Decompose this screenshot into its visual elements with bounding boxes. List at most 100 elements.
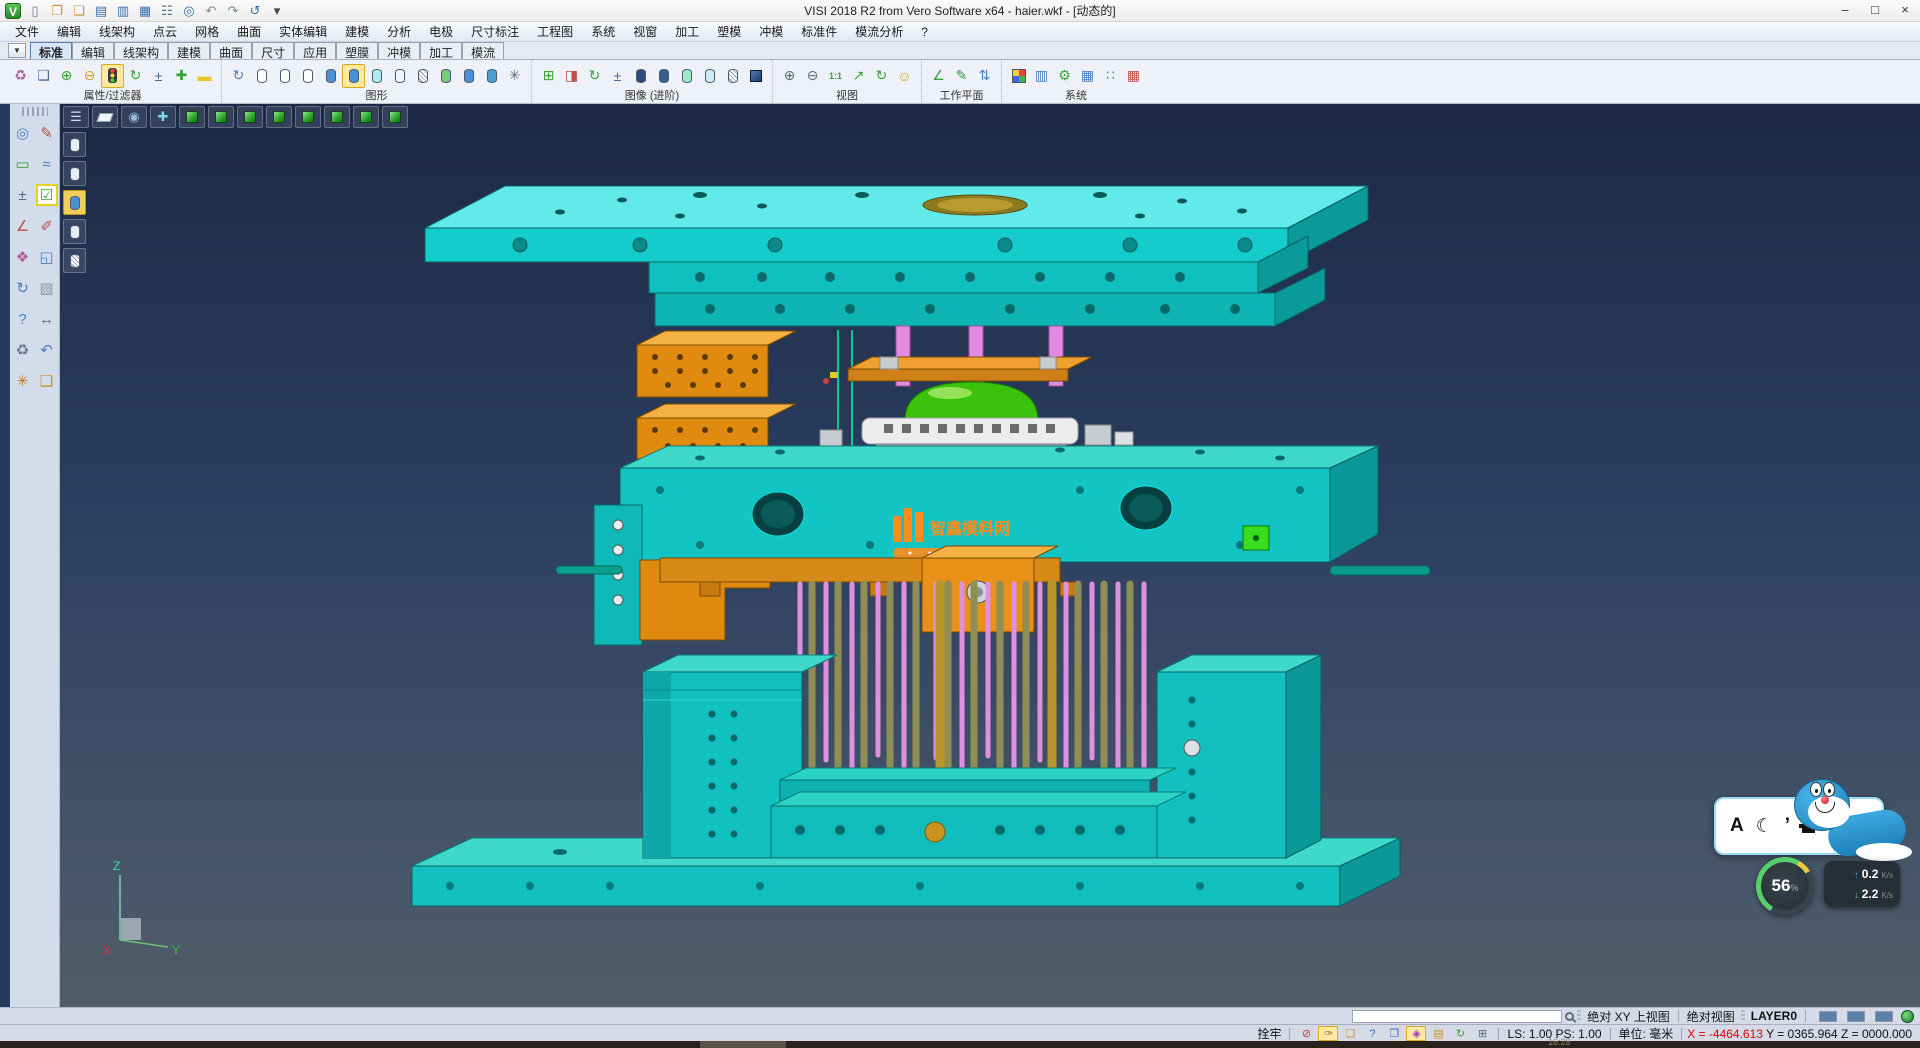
- view-cube-left[interactable]: [266, 106, 292, 128]
- adv-add-solids[interactable]: ⊞: [537, 64, 560, 88]
- view-cube-back[interactable]: [237, 106, 263, 128]
- render-smiley[interactable]: ☺: [893, 64, 916, 88]
- adv-solid-filter[interactable]: ◨: [560, 64, 583, 88]
- view-cube-right[interactable]: [295, 106, 321, 128]
- adv-solid-outline[interactable]: [652, 64, 675, 88]
- char-a[interactable]: A: [1730, 815, 1744, 837]
- view-shaded[interactable]: ◉: [121, 106, 147, 128]
- purge-attributes[interactable]: ♻: [9, 64, 32, 88]
- remove-filter[interactable]: ▬: [193, 64, 216, 88]
- item-曲面[interactable]: 曲面: [228, 22, 270, 41]
- solid-shaded-edges[interactable]: [342, 64, 365, 88]
- search-input[interactable]: [1352, 1010, 1562, 1023]
- solid-wireframe-1[interactable]: [250, 64, 273, 88]
- adv-solid-cube[interactable]: [744, 64, 767, 88]
- adv-solid-mesh[interactable]: [721, 64, 744, 88]
- open-file[interactable]: ❐: [47, 2, 67, 20]
- locating-ring-assembly[interactable]: [820, 357, 1133, 457]
- system-settings[interactable]: ⚙: [1053, 64, 1076, 88]
- display-shaded-edges[interactable]: [63, 219, 86, 244]
- more-commands[interactable]: ▾: [267, 2, 287, 20]
- item-建模[interactable]: 建模: [168, 42, 210, 59]
- new-file[interactable]: ▯: [25, 2, 45, 20]
- display-mesh[interactable]: [63, 248, 86, 273]
- layer-indicator[interactable]: LAYER0: [1748, 1009, 1800, 1023]
- adv-solid-note[interactable]: [698, 64, 721, 88]
- performance-gauge[interactable]: 56 %: [1756, 857, 1814, 915]
- orange-blocks[interactable]: [637, 331, 796, 459]
- auto-refresh[interactable]: ↻: [1450, 1026, 1470, 1041]
- item-文件[interactable]: 文件: [6, 22, 48, 41]
- table-settings[interactable]: ▦: [1076, 64, 1099, 88]
- item-冲模[interactable]: 冲模: [378, 42, 420, 59]
- item-线架构[interactable]: 线架构: [90, 22, 144, 41]
- item-标准件[interactable]: 标准件: [792, 22, 846, 41]
- solid-shaded[interactable]: [319, 64, 342, 88]
- open-folder[interactable]: ❏: [69, 2, 89, 20]
- export-folder[interactable]: ❏: [36, 370, 58, 392]
- context-help[interactable]: ?: [12, 308, 34, 330]
- adv-solid-dark[interactable]: [629, 64, 652, 88]
- 3d-viewport[interactable]: 智鑫模料网: [60, 104, 1920, 1007]
- export-selection[interactable]: ❐: [1384, 1026, 1404, 1041]
- view-cube-iso[interactable]: [353, 106, 379, 128]
- view-cube-top[interactable]: [179, 106, 205, 128]
- item-实体编辑[interactable]: 实体编辑: [270, 22, 336, 41]
- view-mode-indicator[interactable]: 绝对 XY 上视图: [1584, 1008, 1672, 1025]
- close-button[interactable]: ×: [1890, 0, 1920, 21]
- window-views[interactable]: ◱: [36, 246, 58, 268]
- zoom-toggle[interactable]: ±: [12, 184, 34, 206]
- view-plane[interactable]: [92, 106, 118, 128]
- save-as[interactable]: ▥: [113, 2, 133, 20]
- regen-solid[interactable]: ↻: [227, 64, 250, 88]
- view-cube-shaded[interactable]: [382, 106, 408, 128]
- refresh-visibility[interactable]: ↻: [124, 64, 147, 88]
- history[interactable]: ↺: [245, 2, 265, 20]
- save[interactable]: ▤: [91, 2, 111, 20]
- item-模流分析[interactable]: 模流分析: [846, 22, 912, 41]
- workplane-align[interactable]: ⇅: [973, 64, 996, 88]
- item-电极[interactable]: 电极: [420, 22, 462, 41]
- item-应用[interactable]: 应用: [294, 42, 336, 59]
- minimize-button[interactable]: –: [1830, 0, 1860, 21]
- toolbar-grip[interactable]: [22, 107, 48, 116]
- absolute-view-indicator[interactable]: 绝对视图: [1684, 1008, 1738, 1025]
- display-wireframe[interactable]: [63, 132, 86, 157]
- display-settings[interactable]: ▥: [1030, 64, 1053, 88]
- item-点云[interactable]: 点云: [144, 22, 186, 41]
- tile-views[interactable]: ⊞: [1472, 1026, 1492, 1041]
- confirm-check[interactable]: ☑: [36, 184, 58, 206]
- print[interactable]: ☷: [157, 2, 177, 20]
- item-塑模[interactable]: 塑模: [708, 22, 750, 41]
- item-加工[interactable]: 加工: [420, 42, 462, 59]
- workplane-edit[interactable]: ✎: [950, 64, 973, 88]
- solid-wireframe-2[interactable]: [273, 64, 296, 88]
- item-尺寸[interactable]: 尺寸: [252, 42, 294, 59]
- show-remove[interactable]: ⊖: [78, 64, 101, 88]
- adv-solid-refresh[interactable]: ↻: [583, 64, 606, 88]
- item-建模[interactable]: 建模: [336, 22, 378, 41]
- show-add[interactable]: ⊕: [55, 64, 78, 88]
- adv-solid-toggle[interactable]: ±: [606, 64, 629, 88]
- workplane-origin[interactable]: ∠: [927, 64, 950, 88]
- cube-display[interactable]: ▧: [36, 277, 58, 299]
- net-speed-panel[interactable]: ↑ 0.2 K/s ↓ 2.2 K/s: [1824, 861, 1900, 907]
- view-axis-pin[interactable]: ✚: [150, 106, 176, 128]
- delete-sketch[interactable]: ✎: [36, 122, 58, 144]
- save-all[interactable]: ▦: [135, 2, 155, 20]
- connection-globe-icon[interactable]: [1901, 1010, 1914, 1023]
- rect-select[interactable]: ▭: [12, 153, 34, 175]
- toggle-visibility[interactable]: ±: [147, 64, 170, 88]
- quick-pick[interactable]: ✑: [1318, 1026, 1338, 1041]
- units-indicator[interactable]: 单位: 毫米: [1616, 1025, 1677, 1042]
- zoom-in[interactable]: ⊕: [778, 64, 801, 88]
- measure-distance[interactable]: ↔: [36, 308, 58, 330]
- item-分析[interactable]: 分析: [378, 22, 420, 41]
- adv-solid-check[interactable]: [675, 64, 698, 88]
- spline-edit[interactable]: ≈: [36, 153, 58, 175]
- undo-last[interactable]: ↶: [36, 339, 58, 361]
- item-尺寸标注[interactable]: 尺寸标注: [462, 22, 528, 41]
- snap-settings[interactable]: ∷: [1099, 64, 1122, 88]
- tab-dropdown-caret[interactable]: ▼: [8, 43, 26, 58]
- visi-logo[interactable]: V: [3, 2, 23, 20]
